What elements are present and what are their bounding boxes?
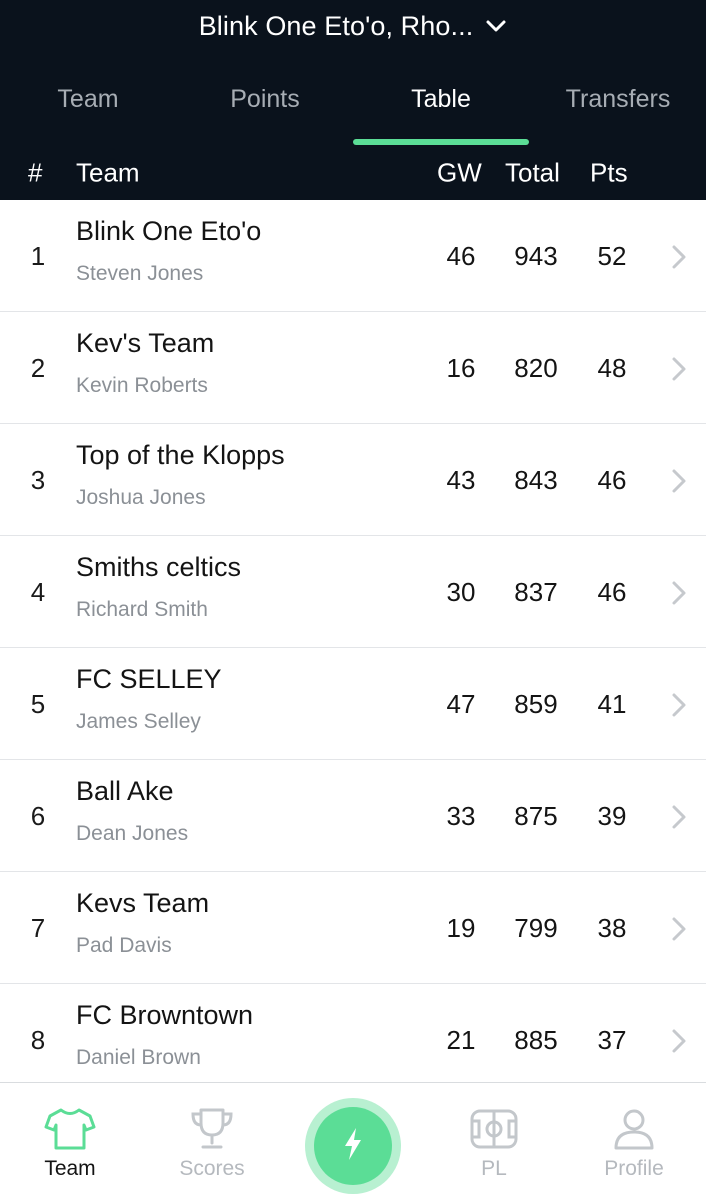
row-rank: 6 (30, 800, 46, 831)
row-rank: 1 (30, 240, 46, 271)
table-row[interactable]: 6 Ball Ake Dean Jones 33 875 39 (0, 760, 706, 872)
tab-points[interactable]: Points (177, 70, 353, 128)
chevron-right-icon[interactable] (668, 692, 690, 718)
row-league-points: 52 (597, 240, 627, 271)
row-gw-points: 47 (446, 688, 476, 719)
column-header-total: Total (505, 157, 560, 188)
row-league-points: 37 (597, 1024, 627, 1055)
row-total-points: 875 (514, 800, 558, 831)
table-row[interactable]: 8 FC Browntown Daniel Brown 21 885 37 (0, 984, 706, 1096)
league-table: 1 Blink One Eto'o Steven Jones 46 943 52 2 Kev'… (0, 200, 706, 1096)
row-league-points: 38 (597, 912, 627, 943)
nav-label-team: Team (44, 1157, 96, 1180)
row-team-name: Blink One Eto'o (76, 216, 262, 246)
table-row[interactable]: 3 Top of the Klopps Joshua Jones 43 843 46 (0, 424, 706, 536)
row-manager-name: Kevin Roberts (76, 374, 208, 397)
row-total-points: 799 (514, 912, 558, 943)
tab-bar: Team Points Table Transfers (0, 70, 706, 146)
app-header: Blink One Eto'o, Rho... Team Points Tabl… (0, 0, 706, 200)
column-header-team: Team (76, 157, 140, 188)
row-team-name: Smiths celtics (76, 552, 242, 582)
row-team-name: Kev's Team (76, 328, 215, 358)
shirt-icon (44, 1105, 96, 1153)
chevron-right-icon[interactable] (668, 1028, 690, 1054)
table-row[interactable]: 4 Smiths celtics Richard Smith 30 837 46 (0, 536, 706, 648)
row-manager-name: James Selley (76, 710, 201, 733)
row-gw-points: 21 (446, 1024, 476, 1055)
tab-table[interactable]: Table (353, 70, 529, 128)
chevron-down-icon[interactable] (485, 15, 507, 37)
trophy-icon (186, 1105, 238, 1153)
active-tab-indicator (353, 139, 529, 145)
chevron-right-icon[interactable] (668, 916, 690, 942)
league-title[interactable]: Blink One Eto'o, Rho... (199, 11, 474, 42)
row-rank: 3 (30, 464, 46, 495)
chevron-right-icon[interactable] (668, 468, 690, 494)
person-icon (608, 1105, 660, 1153)
row-gw-points: 33 (446, 800, 476, 831)
row-manager-name: Richard Smith (76, 598, 208, 621)
row-gw-points: 43 (446, 464, 476, 495)
row-league-points: 46 (597, 576, 627, 607)
row-manager-name: Dean Jones (76, 822, 189, 845)
row-team-name: Kevs Team (76, 888, 210, 918)
row-rank: 7 (30, 912, 46, 943)
row-total-points: 859 (514, 688, 558, 719)
quick-action-button[interactable] (305, 1098, 401, 1194)
row-total-points: 843 (514, 464, 558, 495)
row-manager-name: Pad Davis (76, 934, 172, 957)
row-league-points: 48 (597, 352, 627, 383)
row-gw-points: 30 (446, 576, 476, 607)
row-league-points: 46 (597, 464, 627, 495)
row-rank: 4 (30, 576, 46, 607)
column-header-pts: Pts (590, 157, 628, 188)
nav-label-pl: PL (481, 1157, 507, 1180)
row-total-points: 820 (514, 352, 558, 383)
row-team-name: FC Browntown (76, 1000, 254, 1030)
row-manager-name: Daniel Brown (76, 1046, 201, 1069)
quick-action-inner (314, 1107, 392, 1185)
pitch-icon (468, 1105, 520, 1153)
row-team-name: Top of the Klopps (76, 440, 285, 470)
row-team-name: Ball Ake (76, 776, 174, 806)
column-header-gw: GW (437, 157, 482, 188)
nav-item-scores[interactable]: Scores (164, 1083, 260, 1200)
row-gw-points: 19 (446, 912, 476, 943)
row-manager-name: Steven Jones (76, 262, 204, 285)
row-league-points: 41 (597, 688, 627, 719)
table-row[interactable]: 5 FC SELLEY James Selley 47 859 41 (0, 648, 706, 760)
nav-label-profile: Profile (604, 1157, 664, 1180)
chevron-right-icon[interactable] (668, 244, 690, 270)
nav-item-pl[interactable]: PL (446, 1083, 542, 1200)
row-total-points: 837 (514, 576, 558, 607)
column-header-rank: # (28, 157, 43, 188)
row-total-points: 885 (514, 1024, 558, 1055)
chevron-right-icon[interactable] (668, 356, 690, 382)
league-selector[interactable]: Blink One Eto'o, Rho... (0, 0, 706, 52)
nav-item-team[interactable]: Team (22, 1083, 118, 1200)
tab-team[interactable]: Team (0, 70, 176, 128)
table-row[interactable]: 2 Kev's Team Kevin Roberts 16 820 48 (0, 312, 706, 424)
row-manager-name: Joshua Jones (76, 486, 206, 509)
row-league-points: 39 (597, 800, 627, 831)
table-row[interactable]: 7 Kevs Team Pad Davis 19 799 38 (0, 872, 706, 984)
nav-label-scores: Scores (179, 1157, 245, 1180)
nav-item-profile[interactable]: Profile (586, 1083, 682, 1200)
row-team-name: FC SELLEY (76, 664, 222, 694)
row-rank: 2 (30, 352, 46, 383)
chevron-right-icon[interactable] (668, 580, 690, 606)
chevron-right-icon[interactable] (668, 804, 690, 830)
table-column-headers: # Team GW Total Pts (0, 146, 706, 200)
row-gw-points: 16 (446, 352, 476, 383)
row-total-points: 943 (514, 240, 558, 271)
row-rank: 8 (30, 1024, 46, 1055)
tab-transfers[interactable]: Transfers (530, 70, 706, 128)
lightning-icon (340, 1126, 366, 1167)
row-rank: 5 (30, 688, 46, 719)
table-row[interactable]: 1 Blink One Eto'o Steven Jones 46 943 52 (0, 200, 706, 312)
row-gw-points: 46 (446, 240, 476, 271)
